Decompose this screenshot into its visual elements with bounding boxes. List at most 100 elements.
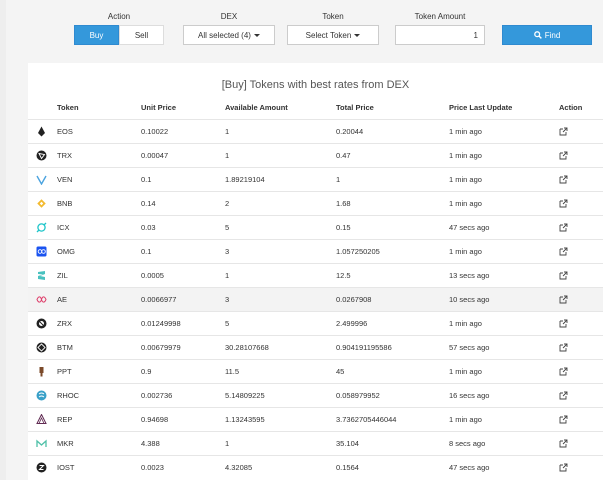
token-dropdown[interactable]: Select Token — [287, 25, 379, 45]
table-row: PPT 0.9 11.5 45 1 min ago — [28, 359, 603, 383]
panel-title: [Buy] Tokens with best rates from DEX — [221, 79, 410, 91]
token-icon-cell — [28, 287, 57, 311]
total-price: 0.15 — [336, 222, 351, 232]
token-icon-cell — [28, 143, 57, 167]
token-name: VEN — [57, 174, 73, 184]
available-amount: 1.89219104 — [225, 174, 265, 184]
action-cell — [559, 335, 603, 359]
bnb-icon — [37, 198, 46, 208]
external-link-icon[interactable] — [559, 295, 568, 304]
rep-icon — [36, 413, 47, 424]
total-price: 0.904191195586 — [336, 342, 392, 352]
ae-icon — [36, 295, 47, 303]
external-link-icon[interactable] — [559, 175, 568, 184]
external-link-icon[interactable] — [559, 199, 568, 208]
table-row: BTM 0.00679979 30.28107668 0.904191195586 57… — [28, 335, 603, 359]
external-link-icon[interactable] — [559, 367, 568, 376]
token-amount-input[interactable] — [395, 25, 485, 45]
total-price: 0.47 — [336, 150, 351, 160]
dex-dropdown-value: All selected (4) — [198, 30, 251, 40]
unit-price: 0.14 — [141, 198, 156, 208]
find-button-label: Find — [544, 30, 561, 40]
action-cell — [559, 287, 603, 311]
total-price: 1.057250205 — [336, 246, 380, 256]
external-link-icon[interactable] — [559, 463, 568, 472]
header-token[interactable]: Token — [57, 97, 141, 119]
external-link-icon[interactable] — [559, 151, 568, 160]
find-button[interactable]: Find — [502, 25, 592, 45]
unit-price: 0.01249998 — [141, 318, 181, 328]
header-price-last-update[interactable]: Price Last Update — [449, 97, 559, 119]
action-cell — [559, 263, 603, 287]
total-price: 45 — [336, 366, 345, 376]
unit-price: 0.0066977 — [141, 294, 177, 304]
available-amount: 1 — [225, 150, 230, 160]
external-link-icon[interactable] — [559, 319, 568, 328]
available-amount: 2 — [225, 198, 230, 208]
eos-icon — [38, 126, 45, 136]
price-last-update: 1 min ago — [449, 174, 482, 184]
search-icon — [533, 31, 542, 39]
external-link-icon[interactable] — [559, 439, 568, 448]
total-price: 0.0267908 — [336, 294, 372, 304]
price-last-update: 13 secs ago — [449, 270, 490, 280]
action-label: Action — [107, 12, 131, 21]
table-row: MKR 4.388 1 35.104 8 secs ago — [28, 431, 603, 455]
unit-price: 0.1 — [141, 174, 152, 184]
unit-price: 0.00679979 — [141, 342, 181, 352]
table-row: VEN 0.1 1.89219104 1 1 min ago — [28, 167, 603, 191]
table-row: TRX 0.00047 1 0.47 1 min ago — [28, 143, 603, 167]
action-cell — [559, 359, 603, 383]
price-last-update: 47 secs ago — [449, 222, 490, 232]
token-icon-cell — [28, 311, 57, 335]
token-name: RHOC — [57, 390, 80, 400]
available-amount: 3 — [225, 246, 230, 256]
external-link-icon[interactable] — [559, 247, 568, 256]
token-name: AE — [57, 294, 68, 304]
external-link-icon[interactable] — [559, 415, 568, 424]
token-name: IOST — [57, 462, 75, 472]
token-name: REP — [57, 414, 73, 424]
dex-dropdown[interactable]: All selected (4) — [183, 25, 275, 45]
available-amount: 5 — [225, 222, 230, 232]
price-last-update: 1 min ago — [449, 126, 482, 136]
available-amount: 1 — [225, 270, 230, 280]
external-link-icon[interactable] — [559, 391, 568, 400]
external-link-icon[interactable] — [559, 223, 568, 232]
unit-price: 0.03 — [141, 222, 156, 232]
sell-button[interactable]: Sell — [119, 25, 164, 45]
token-icon-cell — [28, 359, 57, 383]
table-row: ZRX 0.01249998 5 2.499996 1 min ago — [28, 311, 603, 335]
action-cell — [559, 431, 603, 455]
price-last-update: 47 secs ago — [449, 462, 490, 472]
token-name: EOS — [57, 126, 73, 136]
available-amount: 1 — [225, 438, 230, 448]
table-row: ZIL 0.0005 1 12.5 13 secs ago — [28, 263, 603, 287]
sell-button-label: Sell — [134, 30, 149, 40]
action-cell — [559, 119, 603, 143]
rates-table: Token Unit Price Available Amount Total … — [28, 97, 603, 479]
external-link-icon[interactable] — [559, 127, 568, 136]
unit-price: 0.00047 — [141, 150, 169, 160]
filter-bar: Action DEX Token Token Amount Buy Sell A… — [0, 0, 603, 62]
rhoc-icon — [36, 390, 47, 400]
available-amount: 5.14809225 — [225, 390, 265, 400]
buy-button[interactable]: Buy — [74, 25, 119, 45]
table-row: OMG 0.1 3 1.057250205 1 min ago — [28, 239, 603, 263]
external-link-icon[interactable] — [559, 343, 568, 352]
token-amount-label: Token Amount — [414, 12, 466, 21]
action-cell — [559, 407, 603, 431]
external-link-icon[interactable] — [559, 271, 568, 280]
header-total-price[interactable]: Total Price — [336, 97, 449, 119]
price-last-update: 16 secs ago — [449, 390, 490, 400]
token-icon-cell — [28, 215, 57, 239]
price-last-update: 1 min ago — [449, 198, 482, 208]
header-available-amount[interactable]: Available Amount — [225, 97, 336, 119]
unit-price: 0.9 — [141, 366, 152, 376]
total-price: 0.1564 — [336, 462, 359, 472]
header-unit-price[interactable]: Unit Price — [141, 97, 225, 119]
action-cell — [559, 239, 603, 263]
price-last-update: 57 secs ago — [449, 342, 490, 352]
trx-icon — [36, 150, 47, 160]
action-cell — [559, 167, 603, 191]
